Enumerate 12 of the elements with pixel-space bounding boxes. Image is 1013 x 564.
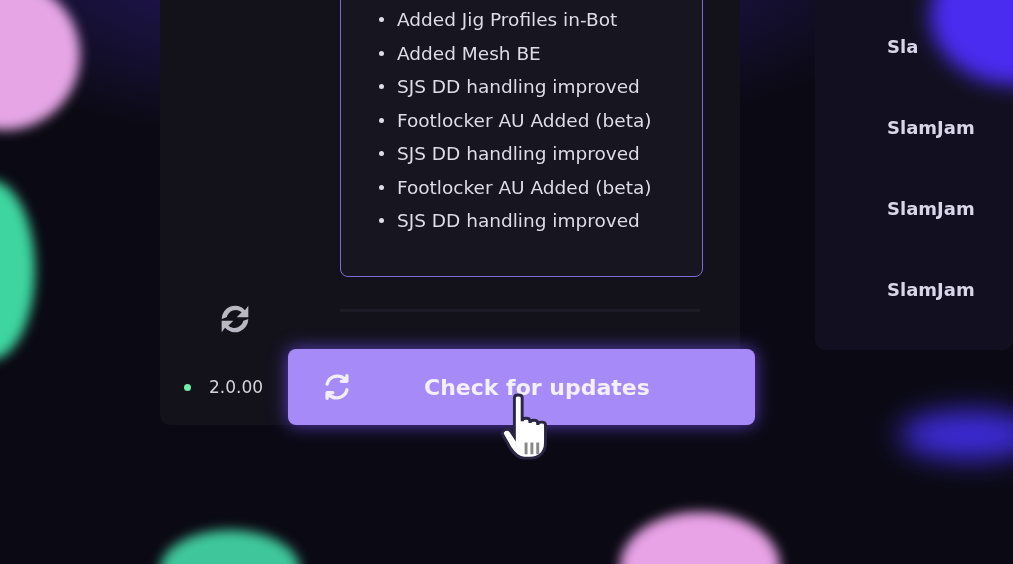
site-item[interactable]: SlamJam (887, 198, 1013, 219)
site-item[interactable]: SlamJam (887, 117, 1013, 138)
changelog-item: Footlocker AU Added (beta) (397, 109, 652, 131)
changelog-item: SJS DD handling improved (397, 76, 640, 98)
version-label: 2.0.00 (209, 377, 264, 397)
changelog-item: Added Jig Profiles in-Bot (397, 9, 618, 31)
changelog-item: Added Mesh BE (397, 42, 541, 64)
changelog-item: SJS DD handling improved (397, 210, 640, 232)
changelog-item: Footlocker AU Added (beta) (397, 176, 652, 198)
site-item[interactable]: Sla (887, 36, 919, 57)
site-item[interactable]: SlamJam (887, 279, 1013, 300)
changelog-item: SJS DD handling improved (397, 143, 640, 165)
